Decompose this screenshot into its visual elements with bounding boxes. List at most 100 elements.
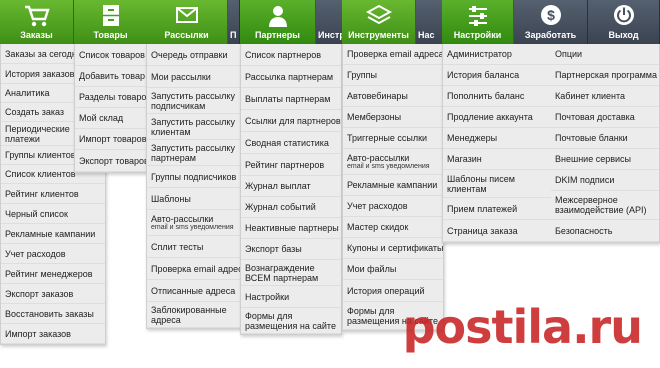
menu-item-tools-expenses[interactable]: Учет расходов: [343, 196, 443, 217]
menu-item-mailing-partners[interactable]: Запустить рассылку партнерам: [147, 140, 243, 166]
menu-item-mailing-subscribers[interactable]: Запустить рассылку подписчикам: [147, 88, 243, 114]
menu-item-event-log[interactable]: Журнал событий: [241, 197, 341, 218]
menu-item-reward-all[interactable]: Вознаграждение ВСЕМ партнерам: [241, 260, 341, 286]
menu-item-groups[interactable]: Группы: [343, 65, 443, 86]
menu-item-shop[interactable]: Магазин: [443, 149, 551, 170]
tab-tools-partial[interactable]: Инстру: [316, 0, 344, 44]
menu-item-split-tests[interactable]: Сплит тесты: [147, 236, 243, 258]
menu-item-options[interactable]: Опции: [551, 44, 659, 65]
menu-item-check-email[interactable]: Проверка email адреса: [147, 258, 243, 280]
menu-item-order-page[interactable]: Страница заказа: [443, 220, 551, 242]
tab-earn[interactable]: $ Заработать: [514, 0, 588, 44]
menu-item-member-zones[interactable]: Мемберзоны: [343, 107, 443, 128]
menu-item-partner-rating[interactable]: Рейтинг партнеров: [241, 154, 341, 176]
menu-item-my-warehouse[interactable]: Мой склад: [75, 108, 147, 129]
menu-item-templates[interactable]: Шаблоны: [147, 188, 243, 210]
envelope-icon: [175, 7, 198, 23]
menu-item-extend-account[interactable]: Продление аккаунта: [443, 107, 551, 128]
tab-products[interactable]: Товары: [74, 0, 148, 44]
tab-settings[interactable]: Настройки: [442, 0, 514, 44]
menu-item-my-files[interactable]: Мои файлы: [343, 259, 443, 280]
partner-icon: [268, 6, 287, 27]
menu-item-add-product[interactable]: Добавить товар: [75, 66, 147, 87]
menu-item-discount-wizard[interactable]: Мастер скидок: [343, 217, 443, 238]
menu-item-export-base[interactable]: Экспорт базы: [241, 239, 341, 260]
menu-item-security[interactable]: Безопасность: [551, 220, 659, 242]
menu-item-my-mailings[interactable]: Мои рассылки: [147, 66, 243, 88]
menu-item-partner-mailing[interactable]: Рассылка партнерам: [241, 66, 341, 88]
menu-item-expenses[interactable]: Учет расходов: [1, 244, 105, 264]
tab-tools-label: Инструменты: [348, 30, 409, 40]
menu-item-product-sections[interactable]: Разделы товаров: [75, 87, 147, 108]
menu-item-tools-auto-mailings[interactable]: Авто-рассылки email и sms уведомления: [343, 149, 443, 175]
tab-settings-partial[interactable]: Нас: [416, 0, 444, 44]
products-panel: Товары Список товаров Добавить товар Раз…: [74, 0, 148, 173]
menu-item-tools-check-email[interactable]: Проверка email адреса: [343, 44, 443, 65]
menu-item-postal-forms[interactable]: Почтовые бланки: [551, 128, 659, 149]
menu-item-import-orders[interactable]: Импорт заказов: [1, 324, 105, 344]
menu-item-administrator[interactable]: Администратор: [443, 44, 551, 65]
tab-settings-label: Настройки: [453, 30, 502, 40]
svg-text:$: $: [547, 7, 555, 23]
settings-menu-left: Администратор История баланса Пополнить …: [443, 44, 551, 242]
menu-item-email-templates[interactable]: Шаблоны писем клиентам: [443, 170, 551, 198]
menu-item-client-rating[interactable]: Рейтинг клиентов: [1, 184, 105, 204]
menu-item-tools-ad-campaigns[interactable]: Рекламные кампании: [343, 175, 443, 196]
tab-tools[interactable]: Инструменты: [342, 0, 416, 44]
menu-item-api[interactable]: Межсерверное взаимодействие (API): [551, 191, 659, 220]
settings-menu: Администратор История баланса Пополнить …: [442, 44, 660, 243]
tools-panel: Инструменты Нас Проверка email адреса Гр…: [342, 0, 444, 331]
tab-partners-label: Партнеры: [255, 30, 300, 40]
partners-panel: Партнеры Инстру Список партнеров Рассылк…: [240, 0, 344, 335]
menu-item-mailing-clients[interactable]: Запустить рассылку клиентам: [147, 114, 243, 140]
menu-item-unsubscribed[interactable]: Отписанные адреса: [147, 280, 243, 302]
menu-item-autowebinars[interactable]: Автовебинары: [343, 86, 443, 107]
layers-icon: [365, 4, 392, 25]
tab-orders[interactable]: Заказы: [0, 0, 74, 44]
menu-item-external-services[interactable]: Внешние сервисы: [551, 149, 659, 170]
menu-item-product-list[interactable]: Список товаров: [75, 44, 147, 66]
menu-item-blocked[interactable]: Заблокированные адреса: [147, 302, 243, 328]
menu-item-operation-history[interactable]: История операций: [343, 280, 443, 302]
menu-item-manager-rating[interactable]: Рейтинг менеджеров: [1, 264, 105, 284]
menu-item-partner-program[interactable]: Партнерская программа: [551, 65, 659, 86]
menu-item-blacklist[interactable]: Черный список: [1, 204, 105, 224]
menu-item-import-products[interactable]: Импорт товаров: [75, 129, 147, 150]
menu-item-partner-list[interactable]: Список партнеров: [241, 44, 341, 66]
menu-item-partner-links[interactable]: Ссылки для партнеров: [241, 110, 341, 132]
menu-item-coupons[interactable]: Купоны и сертификаты: [343, 238, 443, 259]
tab-partial[interactable]: П: [228, 0, 240, 44]
dollar-icon: $: [540, 5, 561, 25]
menu-item-managers[interactable]: Менеджеры: [443, 128, 551, 149]
menu-item-payout-log[interactable]: Журнал выплат: [241, 176, 341, 197]
tab-exit[interactable]: Выход: [588, 0, 660, 44]
menu-item-summary-stats[interactable]: Сводная статистика: [241, 132, 341, 154]
partners-menu: Список партнеров Рассылка партнерам Выпл…: [240, 44, 342, 335]
tab-partners[interactable]: Партнеры: [240, 0, 316, 44]
menu-item-trigger-links[interactable]: Триггерные ссылки: [343, 128, 443, 149]
menu-item-client-cabinet[interactable]: Кабинет клиента: [551, 86, 659, 107]
menu-item-ad-campaigns[interactable]: Рекламные кампании: [1, 224, 105, 244]
menu-item-export-products[interactable]: Экспорт товаров: [75, 150, 147, 172]
menu-item-partner-payouts[interactable]: Выплаты партнерам: [241, 88, 341, 110]
menu-item-top-up-balance[interactable]: Пополнить баланс: [443, 86, 551, 107]
tab-mailings[interactable]: Рассылки: [146, 0, 228, 44]
tools-auto-mailings-sub: email и sms уведомления: [347, 162, 430, 170]
tab-partial-label: П: [230, 30, 237, 40]
tab-earn-label: Заработать: [524, 30, 577, 40]
menu-item-inactive-partners[interactable]: Неактивные партнеры: [241, 218, 341, 239]
menu-item-export-orders[interactable]: Экспорт заказов: [1, 284, 105, 304]
menu-item-dkim[interactable]: DKIM подписи: [551, 170, 659, 191]
menu-item-payment-acceptance[interactable]: Прием платежей: [443, 198, 551, 220]
menu-item-restore-orders[interactable]: Восстановить заказы: [1, 304, 105, 324]
menu-item-partner-settings[interactable]: Настройки: [241, 286, 341, 308]
tab-products-label: Товары: [93, 30, 128, 40]
menu-item-partner-forms[interactable]: Формы для размещения на сайте: [241, 308, 341, 334]
menu-item-balance-history[interactable]: История баланса: [443, 65, 551, 86]
settings-panel: Настройки $ Заработать Выход Администрат…: [442, 0, 660, 243]
watermark-logo: postila.ru: [402, 300, 643, 354]
menu-item-send-queue[interactable]: Очередь отправки: [147, 44, 243, 66]
menu-item-subscriber-groups[interactable]: Группы подписчиков: [147, 166, 243, 188]
menu-item-postal-delivery[interactable]: Почтовая доставка: [551, 107, 659, 128]
menu-item-auto-mailings[interactable]: Авто-рассылки email и sms уведомления: [147, 210, 243, 236]
